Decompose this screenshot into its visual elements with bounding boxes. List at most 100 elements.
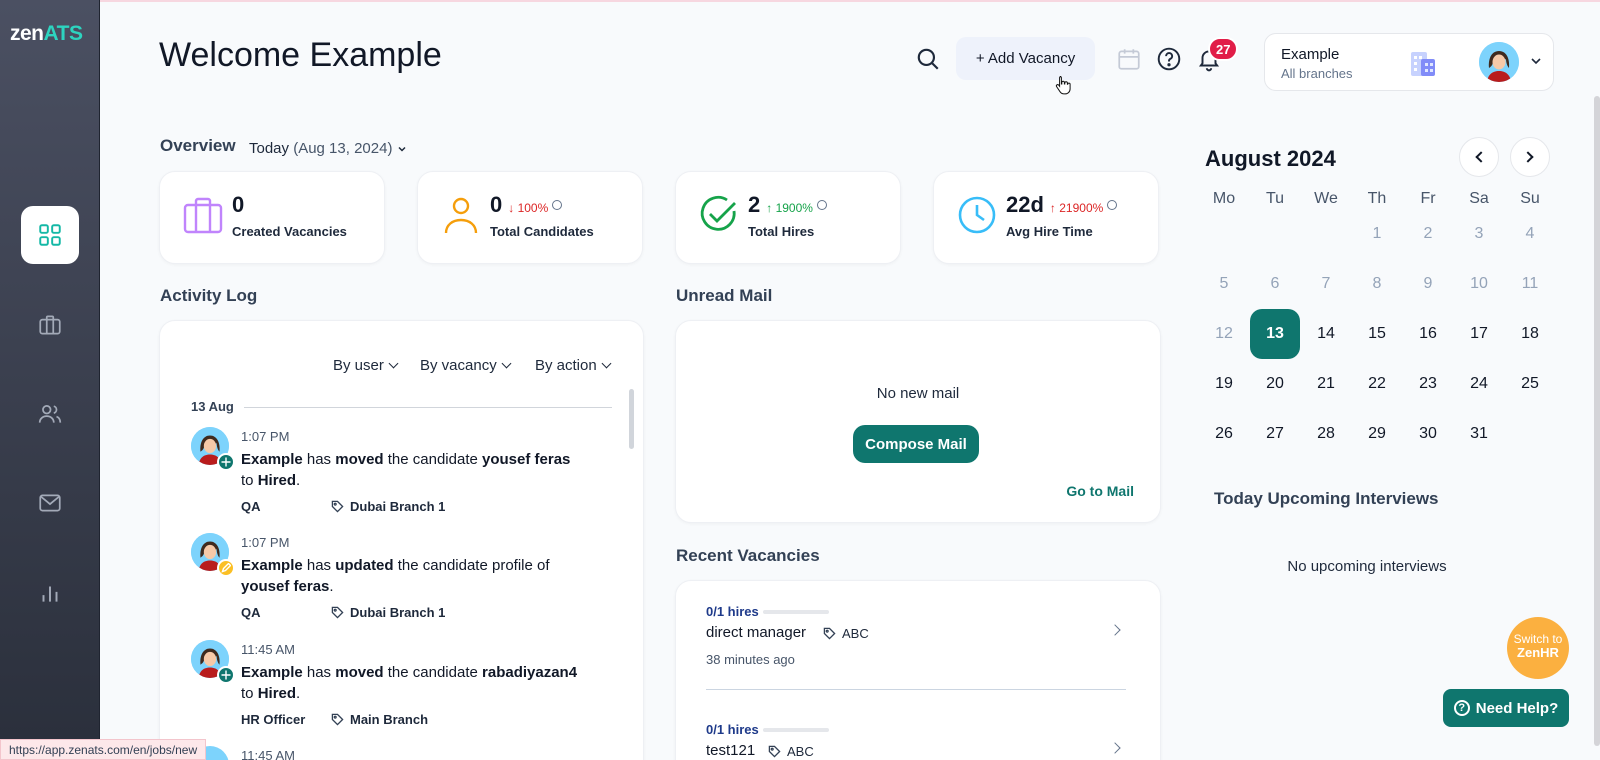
app-logo[interactable]: zenATS xyxy=(10,22,83,46)
calendar-day[interactable]: 15 xyxy=(1352,309,1402,359)
filter-by-action[interactable]: By action xyxy=(535,357,612,374)
recent-vacancies-title: Recent Vacancies xyxy=(676,546,820,565)
activity-message: Example has updated the candidate profil… xyxy=(241,557,550,595)
calendar-day[interactable]: 4 xyxy=(1505,209,1555,259)
calendar-day[interactable]: 28 xyxy=(1301,409,1351,459)
sidebar-item-vacancies[interactable] xyxy=(21,296,79,354)
branch-tag: Dubai Branch 1 xyxy=(331,605,445,620)
need-help-button[interactable]: ? Need Help? xyxy=(1443,689,1569,727)
calendar-prev-button[interactable] xyxy=(1459,137,1499,177)
recent-vacancies-card: 0/1 hires direct manager ABC 38 minutes … xyxy=(675,580,1161,760)
calendar-day[interactable]: 16 xyxy=(1403,309,1453,359)
calendar-day[interactable]: 6 xyxy=(1250,259,1300,309)
mail-icon xyxy=(39,494,61,512)
calendar-day[interactable]: 25 xyxy=(1505,359,1555,409)
calendar-day[interactable]: 20 xyxy=(1250,359,1300,409)
calendar-day[interactable]: 17 xyxy=(1454,309,1504,359)
calendar-day[interactable]: 3 xyxy=(1454,209,1504,259)
search-icon[interactable] xyxy=(915,46,941,72)
calendar-day[interactable]: 24 xyxy=(1454,359,1504,409)
account-scope: All branches xyxy=(1281,66,1353,81)
vacancy-name: test121 xyxy=(706,742,756,759)
calendar-day[interactable]: 7 xyxy=(1301,259,1351,309)
sidebar-item-dashboard[interactable] xyxy=(21,206,79,264)
calendar-day[interactable]: 8 xyxy=(1352,259,1402,309)
briefcase-icon xyxy=(183,197,223,234)
dashboard-grid-icon xyxy=(39,224,61,246)
calendar-day[interactable]: 14 xyxy=(1301,309,1351,359)
check-circle-icon xyxy=(700,195,736,231)
calendar-day[interactable]: 1 xyxy=(1352,209,1402,259)
calendar-day[interactable]: 19 xyxy=(1199,359,1249,409)
calendar-weekday: Sa xyxy=(1469,190,1489,207)
users-icon xyxy=(38,405,62,423)
calendar-weekday: Tu xyxy=(1265,190,1285,207)
tag-icon xyxy=(768,745,781,758)
tag-icon xyxy=(331,713,344,726)
calendar-next-button[interactable] xyxy=(1510,137,1550,177)
overview-date-selector[interactable]: Today (Aug 13, 2024) xyxy=(249,140,407,157)
sidebar-item-reports[interactable] xyxy=(21,564,79,622)
hires-progress-bar xyxy=(763,728,829,732)
sidebar-item-candidates[interactable] xyxy=(21,385,79,443)
no-interviews-text: No upcoming interviews xyxy=(1287,558,1447,575)
overview-title: Overview xyxy=(160,136,236,155)
question-icon: ? xyxy=(1453,700,1470,716)
switch-to-zenhr-button[interactable]: Switch to ZenHR xyxy=(1507,617,1569,679)
activity-log-card: By user By vacancy By action 13 Aug 1:07… xyxy=(159,320,644,760)
move-icon xyxy=(217,666,235,684)
page-scrollbar[interactable] xyxy=(1594,96,1600,746)
calendar-day-today[interactable]: 13 xyxy=(1250,309,1300,359)
chevron-right-icon xyxy=(1109,624,1121,636)
activity-message: Example has moved the candidate rabadiya… xyxy=(241,664,578,702)
calendar-weekday: Su xyxy=(1520,190,1540,207)
info-icon[interactable] xyxy=(1107,200,1118,211)
briefcase-icon xyxy=(39,315,61,335)
calendar-day[interactable]: 5 xyxy=(1199,259,1249,309)
add-vacancy-button[interactable]: + Add Vacancy xyxy=(956,37,1095,80)
branch-tag: Main Branch xyxy=(331,712,428,727)
calendar-day[interactable]: 27 xyxy=(1250,409,1300,459)
calendar-day[interactable]: 9 xyxy=(1403,259,1453,309)
account-name: Example xyxy=(1281,46,1340,63)
go-to-mail-link[interactable]: Go to Mail xyxy=(1066,483,1134,499)
user-avatar-image xyxy=(1479,42,1519,82)
calendar-day[interactable]: 22 xyxy=(1352,359,1402,409)
calendar-day[interactable]: 21 xyxy=(1301,359,1351,409)
calendar-weekday: Th xyxy=(1367,190,1387,207)
chevron-right-icon xyxy=(1522,151,1534,163)
filter-by-user[interactable]: By user xyxy=(333,357,399,374)
activity-message: Example has moved the candidate yousef f… xyxy=(241,451,571,489)
stat-total-candidates: 0 ↓ 100% Total Candidates xyxy=(417,171,643,264)
calendar-day[interactable]: 30 xyxy=(1403,409,1453,459)
account-switcher[interactable]: Example All branches xyxy=(1264,33,1554,91)
calendar-day[interactable]: 29 xyxy=(1352,409,1402,459)
calendar-day[interactable]: 11 xyxy=(1505,259,1555,309)
calendar-day[interactable]: 18 xyxy=(1505,309,1555,359)
filter-by-vacancy[interactable]: By vacancy xyxy=(420,357,512,374)
help-icon[interactable] xyxy=(1156,46,1182,72)
calendar-icon[interactable] xyxy=(1116,46,1142,72)
edit-icon xyxy=(217,559,235,577)
vacancy-name: direct manager xyxy=(706,624,807,641)
calendar-day[interactable]: 12 xyxy=(1199,309,1249,359)
info-icon[interactable] xyxy=(552,200,563,211)
upcoming-interviews-title: Today Upcoming Interviews xyxy=(1214,489,1439,508)
user-avatar xyxy=(1479,42,1519,82)
calendar-weekday: We xyxy=(1314,190,1338,207)
calendar-day[interactable]: 10 xyxy=(1454,259,1504,309)
sidebar-item-mail[interactable] xyxy=(21,474,79,532)
stat-total-hires: 2 ↑ 1900% Total Hires xyxy=(675,171,901,264)
compose-mail-button[interactable]: Compose Mail xyxy=(853,425,979,463)
chevron-down-icon xyxy=(1531,58,1541,65)
calendar-day[interactable]: 23 xyxy=(1403,359,1453,409)
info-icon[interactable] xyxy=(816,200,827,211)
calendar-day[interactable]: 26 xyxy=(1199,409,1249,459)
building-icon xyxy=(1411,52,1435,76)
calendar-day[interactable]: 31 xyxy=(1454,409,1504,459)
status-bar-url: https://app.zenats.com/en/jobs/new xyxy=(0,739,207,760)
calendar-day[interactable]: 2 xyxy=(1403,209,1453,259)
activity-scrollbar[interactable] xyxy=(629,389,634,449)
calendar-weekday: Mo xyxy=(1212,190,1236,207)
stat-avg-hire-time: 22d ↑ 21900% Avg Hire Time xyxy=(933,171,1159,264)
